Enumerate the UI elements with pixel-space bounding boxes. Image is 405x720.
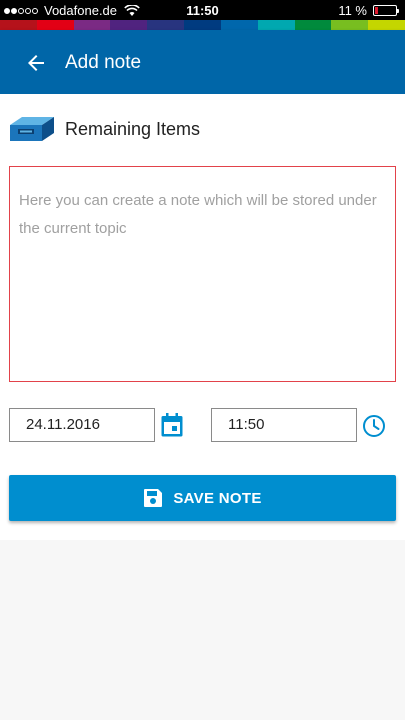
brand-color-segment <box>147 20 185 30</box>
clock-icon[interactable] <box>362 414 386 438</box>
brand-color-segment <box>220 20 258 30</box>
brand-color-segment <box>257 20 295 30</box>
brand-color-segment <box>0 20 37 30</box>
note-form: Remaining Items 24.11.2016 11:50 SAVE NO… <box>0 94 405 540</box>
brand-color-segment <box>36 20 74 30</box>
floppy-disk-icon <box>144 489 163 507</box>
topic-label: Remaining Items <box>65 118 201 139</box>
topic-row: Remaining Items <box>8 114 200 144</box>
save-note-label: SAVE NOTE <box>173 489 262 507</box>
arrow-back-icon[interactable] <box>24 51 48 75</box>
status-bar: Vodafone.de 11:50 11 % <box>0 0 405 20</box>
battery-icon <box>373 5 399 16</box>
save-note-button[interactable]: SAVE NOTE <box>9 475 396 521</box>
brand-color-segment <box>184 20 221 30</box>
date-field[interactable]: 24.11.2016 <box>9 408 155 442</box>
battery-percentage: 11 % <box>338 3 367 18</box>
drawer-icon <box>10 117 54 141</box>
page-title: Add note <box>65 52 142 73</box>
brand-color-segment <box>368 20 405 30</box>
brand-color-segment <box>294 20 332 30</box>
time-field[interactable]: 11:50 <box>211 408 357 442</box>
note-input-container <box>9 166 396 382</box>
calendar-icon[interactable] <box>160 412 184 438</box>
note-textarea[interactable] <box>10 167 395 381</box>
status-right: 11 % <box>338 3 399 18</box>
brand-color-strip <box>0 20 405 30</box>
app-header: Add note <box>0 30 405 94</box>
brand-color-segment <box>110 20 148 30</box>
brand-color-segment <box>73 20 111 30</box>
brand-color-segment <box>331 20 369 30</box>
